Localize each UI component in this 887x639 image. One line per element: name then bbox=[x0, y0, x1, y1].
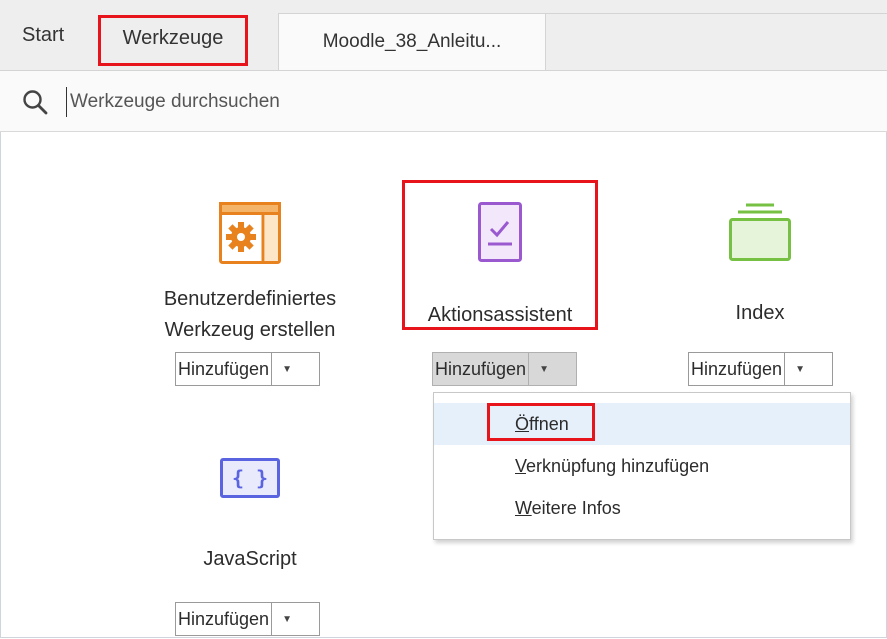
add-button-label[interactable]: Hinzufügen bbox=[176, 603, 273, 635]
chevron-down-icon[interactable]: ▼ bbox=[272, 353, 302, 385]
add-javascript-button[interactable]: Hinzufügen ▼ bbox=[175, 602, 320, 636]
add-dropdown-menu: Öffnen Verknüpfung hinzufügen Weitere In… bbox=[433, 392, 851, 540]
tool-action-wizard: Aktionsassistent bbox=[405, 202, 595, 331]
add-button-label[interactable]: Hinzufügen bbox=[176, 353, 273, 385]
tool-custom-label-1: Benutzerdefiniertes bbox=[163, 288, 337, 310]
tab-werkzeuge[interactable]: Werkzeuge bbox=[100, 13, 246, 63]
tab-bar-divider bbox=[546, 13, 887, 14]
add-index-button[interactable]: Hinzufügen ▼ bbox=[688, 352, 833, 386]
tab-werkzeuge-label: Werkzeuge bbox=[122, 26, 224, 49]
tool-javascript: { } JavaScript bbox=[150, 458, 350, 575]
menu-item-open-label: Öffnen bbox=[515, 413, 569, 434]
tab-start[interactable]: Start bbox=[22, 0, 64, 70]
action-wizard-checklist-icon[interactable] bbox=[478, 202, 522, 262]
tool-javascript-label: JavaScript bbox=[203, 548, 297, 570]
menu-item-more-info[interactable]: Weitere Infos bbox=[434, 487, 850, 529]
tool-index-label: Index bbox=[735, 302, 785, 324]
search-bar bbox=[0, 71, 887, 132]
add-button-label[interactable]: Hinzufügen bbox=[689, 353, 786, 385]
tool-index: Index bbox=[700, 203, 820, 329]
menu-item-add-shortcut[interactable]: Verknüpfung hinzufügen bbox=[434, 445, 850, 487]
tool-custom-label-2: Werkzeug erstellen bbox=[164, 319, 336, 341]
tab-start-label: Start bbox=[22, 23, 65, 46]
add-custom-tool-button[interactable]: Hinzufügen ▼ bbox=[175, 352, 320, 386]
search-icon[interactable] bbox=[22, 89, 48, 115]
chevron-down-icon[interactable]: ▼ bbox=[785, 353, 815, 385]
add-button-label[interactable]: Hinzufügen bbox=[433, 353, 530, 385]
search-input[interactable] bbox=[66, 87, 570, 117]
chevron-down-icon[interactable]: ▼ bbox=[272, 603, 302, 635]
add-action-wizard-button[interactable]: Hinzufügen ▼ bbox=[432, 352, 577, 386]
tool-action-wizard-label: Aktionsassistent bbox=[427, 304, 573, 326]
menu-item-add-shortcut-label: Verknüpfung hinzufügen bbox=[515, 455, 710, 476]
tab-bar: Start Werkzeuge Moodle_38_Anleitu... bbox=[0, 0, 887, 71]
javascript-braces-icon[interactable]: { } bbox=[220, 458, 280, 498]
menu-item-open[interactable]: Öffnen bbox=[434, 403, 850, 445]
index-stack-icon[interactable] bbox=[729, 203, 791, 261]
tab-document-label: Moodle_38_Anleitu... bbox=[322, 31, 502, 52]
custom-tool-gear-icon[interactable] bbox=[219, 202, 281, 264]
tool-custom: Benutzerdefiniertes Werkzeug erstellen bbox=[120, 202, 380, 346]
chevron-down-icon[interactable]: ▼ bbox=[529, 353, 559, 385]
tab-document[interactable]: Moodle_38_Anleitu... bbox=[278, 13, 546, 70]
menu-item-more-info-label: Weitere Infos bbox=[515, 497, 621, 518]
